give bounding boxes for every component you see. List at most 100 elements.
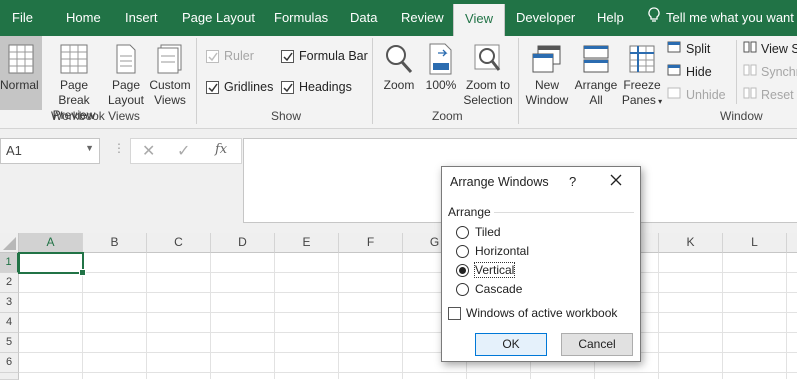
synchronous-scrolling-button[interactable]: Synchr bbox=[743, 64, 797, 79]
view-side-label: View S bbox=[761, 41, 797, 56]
new-window-label-2: Window bbox=[525, 93, 569, 107]
normal-view-button[interactable]: Normal bbox=[0, 36, 42, 110]
page-layout-label-1: Page bbox=[111, 78, 141, 92]
group-show: Show bbox=[271, 109, 302, 123]
tell-me-box[interactable]: Tell me what you want to bbox=[648, 0, 797, 36]
freeze-panes-icon bbox=[620, 40, 664, 78]
vertical-label: Vertical bbox=[473, 262, 516, 278]
tab-home[interactable]: Home bbox=[66, 0, 101, 36]
close-icon[interactable] bbox=[609, 173, 623, 190]
group-window: Window bbox=[720, 109, 763, 123]
headings-checkbox[interactable]: Headings bbox=[281, 80, 352, 94]
cancel-entry-icon[interactable]: ✕ bbox=[142, 141, 155, 161]
column-header[interactable] bbox=[787, 233, 797, 253]
enter-check-icon[interactable]: ✓ bbox=[177, 141, 190, 161]
column-header[interactable]: L bbox=[723, 233, 787, 253]
new-window-icon bbox=[522, 40, 572, 78]
zoom-label: Zoom bbox=[383, 78, 415, 92]
ruler-checkbox[interactable]: Ruler bbox=[206, 49, 254, 63]
insert-function-icon[interactable]: fx bbox=[215, 142, 227, 157]
tab-help[interactable]: Help bbox=[597, 0, 624, 36]
view-side-by-side-button[interactable]: View S bbox=[743, 41, 797, 56]
gridlines-checkbox[interactable]: Gridlines bbox=[206, 80, 273, 94]
page-layout-button[interactable]: Page Layout bbox=[106, 40, 146, 108]
hide-button[interactable]: Hide bbox=[667, 64, 712, 79]
group-workbook-views: Workbook Views bbox=[51, 109, 140, 123]
tab-developer[interactable]: Developer bbox=[516, 0, 575, 36]
split-icon bbox=[667, 41, 681, 56]
tab-view[interactable]: View bbox=[453, 4, 505, 36]
radio-vertical-circle bbox=[456, 263, 469, 277]
freeze-panes-button[interactable]: Freeze Panes ▾ bbox=[620, 40, 664, 109]
fill-handle[interactable] bbox=[79, 269, 86, 276]
formula-bar-label: Formula Bar bbox=[299, 49, 368, 63]
column-header[interactable]: C bbox=[147, 233, 211, 253]
arrange-all-label-1: Arrange bbox=[574, 78, 618, 92]
page-break-icon bbox=[44, 40, 104, 78]
name-box[interactable]: A1 ▼ bbox=[0, 138, 100, 164]
zoom-button[interactable]: Zoom bbox=[380, 40, 418, 93]
column-header[interactable]: B bbox=[83, 233, 147, 253]
magnifier-icon bbox=[380, 40, 418, 78]
row-header[interactable]: 3 bbox=[0, 293, 19, 313]
arrange-all-button[interactable]: Arrange All bbox=[573, 40, 619, 108]
zoom-to-selection-button[interactable]: Zoom to Selection bbox=[461, 40, 515, 108]
custom-views-button[interactable]: Custom Views bbox=[148, 40, 192, 108]
row-header[interactable]: 6 bbox=[0, 353, 19, 373]
tab-data[interactable]: Data bbox=[350, 0, 377, 36]
chevron-down-icon[interactable]: ▼ bbox=[85, 143, 94, 153]
group-zoom: Zoom bbox=[432, 109, 463, 123]
sync-scroll-icon bbox=[743, 64, 757, 79]
active-cell-a1[interactable] bbox=[18, 252, 84, 274]
tab-insert[interactable]: Insert bbox=[125, 0, 158, 36]
page-layout-icon bbox=[106, 40, 146, 78]
unhide-button[interactable]: Unhide bbox=[667, 87, 726, 102]
ruler-check-icon bbox=[206, 49, 219, 63]
reset-label: Reset W bbox=[761, 87, 797, 102]
cascade-label: Cascade bbox=[475, 282, 523, 296]
tab-page-layout[interactable]: Page Layout bbox=[182, 0, 255, 36]
row-header[interactable]: 4 bbox=[0, 313, 19, 333]
formula-bar-area: A1 ▼ ⋮ ✕ ✓ fx bbox=[0, 129, 797, 235]
formula-bar-checkbox[interactable]: Formula Bar bbox=[281, 49, 368, 63]
new-window-button[interactable]: New Window bbox=[522, 40, 572, 108]
radio-tiled[interactable]: Tiled bbox=[456, 225, 501, 239]
select-all-corner[interactable] bbox=[0, 233, 19, 253]
zoom-selection-icon bbox=[461, 40, 515, 78]
radio-tiled-circle bbox=[456, 225, 469, 239]
ok-button[interactable]: OK bbox=[475, 333, 547, 356]
row-header[interactable]: 5 bbox=[0, 333, 19, 353]
radio-cascade[interactable]: Cascade bbox=[456, 282, 522, 296]
reset-window-position-button[interactable]: Reset W bbox=[743, 87, 797, 102]
column-header[interactable]: F bbox=[339, 233, 403, 253]
freeze-panes-label-2: Panes ▾ bbox=[620, 93, 664, 109]
windows-of-active-workbook-checkbox[interactable]: Windows of active workbook bbox=[448, 306, 617, 320]
column-header[interactable]: K bbox=[659, 233, 723, 253]
freeze-panes-text: Panes bbox=[621, 93, 656, 107]
split-label: Split bbox=[686, 41, 711, 56]
zoom-selection-label-1: Zoom to bbox=[465, 78, 510, 92]
row-header[interactable]: 1 bbox=[0, 253, 19, 273]
column-header[interactable]: E bbox=[275, 233, 339, 253]
radio-cascade-circle bbox=[456, 282, 469, 296]
tab-review[interactable]: Review bbox=[401, 0, 444, 36]
cancel-button[interactable]: Cancel bbox=[561, 333, 633, 356]
name-box-value: A1 bbox=[6, 143, 22, 158]
zoom-100-icon bbox=[423, 40, 459, 78]
cell-grid[interactable] bbox=[19, 253, 797, 379]
ribbon-separator bbox=[736, 40, 737, 104]
tab-file[interactable]: File bbox=[12, 0, 33, 36]
split-button[interactable]: Split bbox=[667, 41, 710, 56]
freeze-panes-label-1: Freeze bbox=[623, 78, 661, 92]
column-header[interactable]: D bbox=[211, 233, 275, 253]
radio-horizontal[interactable]: Horizontal bbox=[456, 244, 529, 258]
radio-vertical[interactable]: Vertical bbox=[456, 262, 516, 278]
help-button[interactable]: ? bbox=[569, 174, 576, 189]
column-header[interactable]: A bbox=[19, 233, 83, 254]
new-window-label-1: New bbox=[534, 78, 559, 92]
tab-formulas[interactable]: Formulas bbox=[274, 0, 328, 36]
synch-label: Synchr bbox=[761, 64, 797, 79]
zoom-100-button[interactable]: 100% bbox=[423, 40, 459, 93]
row-header[interactable]: 2 bbox=[0, 273, 19, 293]
arrange-all-label-2: All bbox=[589, 93, 603, 107]
